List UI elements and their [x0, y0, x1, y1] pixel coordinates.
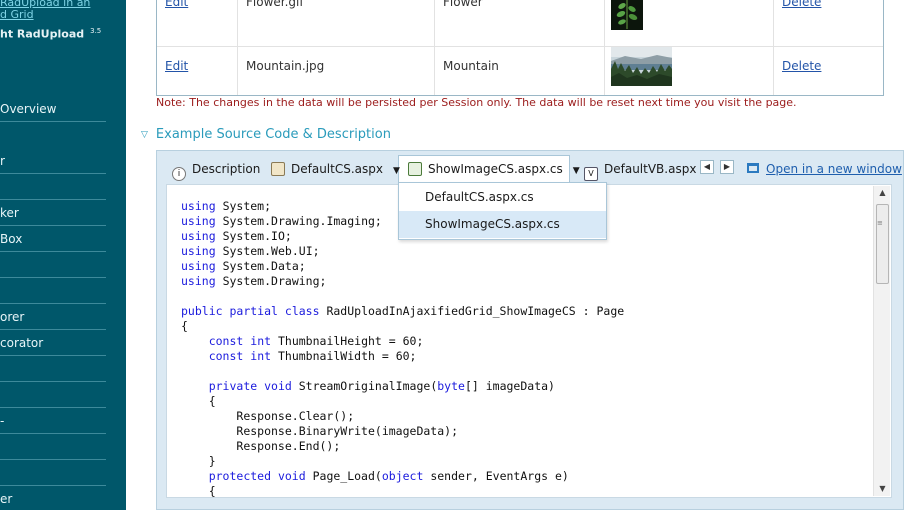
- tab-defaultvb[interactable]: V DefaultVB.aspx.vb: [584, 156, 696, 182]
- sidebar-product-title: ht RadUpload 3.5: [0, 27, 101, 41]
- sidebar-item[interactable]: -: [0, 408, 106, 434]
- sidebar-item[interactable]: orer: [0, 304, 106, 330]
- edit-link[interactable]: Edit: [165, 0, 188, 9]
- code-line: using System.Drawing.Imaging;: [181, 214, 382, 228]
- sidebar-item[interactable]: Overview: [0, 96, 106, 122]
- dropdown-option-showimage[interactable]: ShowImageCS.aspx.cs: [399, 211, 606, 238]
- table-row: Edit Flower.gif Flower Delete: [157, 0, 883, 46]
- code-line: using System.Data;: [181, 259, 306, 273]
- tab-showimage[interactable]: ShowImageCS.aspx.cs ▼: [408, 156, 580, 182]
- code-line: public partial class RadUploadInAjaxifie…: [181, 304, 625, 318]
- dropdown-option-defaultcs[interactable]: DefaultCS.aspx.cs: [399, 184, 606, 211]
- sidebar-item[interactable]: [0, 356, 106, 382]
- section-header[interactable]: ▽ Example Source Code & Description: [141, 127, 391, 142]
- sidebar: RadUpload in an d Grid ht RadUpload 3.5 O…: [0, 0, 126, 510]
- code-line: const int ThumbnailHeight = 60;: [208, 334, 424, 348]
- new-window-icon[interactable]: [747, 163, 759, 173]
- code-line: protected void Page_Load(object sender, …: [208, 469, 569, 483]
- code-line: }: [181, 454, 216, 468]
- sidebar-item[interactable]: r: [0, 148, 106, 174]
- tab-scroll-left-button[interactable]: ◀: [700, 160, 714, 174]
- session-note: Note: The changes in the data will be pe…: [156, 96, 797, 109]
- sidebar-example-link-cont[interactable]: d Grid: [0, 9, 34, 21]
- code-line: Response.Clear();: [236, 409, 355, 423]
- edit-link[interactable]: Edit: [165, 59, 188, 73]
- table-row: Edit Mountain.jpg Mountain Delete: [157, 46, 883, 95]
- scroll-down-arrow-icon[interactable]: ▼: [874, 482, 891, 496]
- product-version: 3.5: [90, 27, 102, 35]
- code-line: using System.Web.UI;: [181, 244, 320, 258]
- tab-description[interactable]: i Description: [172, 156, 260, 182]
- chevron-down-icon[interactable]: ▼: [573, 158, 580, 184]
- delete-link[interactable]: Delete: [782, 0, 821, 9]
- sidebar-item[interactable]: er: [0, 486, 106, 510]
- open-new-window-link[interactable]: Open in a new window: [766, 162, 902, 176]
- code-line: const int ThumbnailWidth = 60;: [208, 349, 417, 363]
- sidebar-item[interactable]: corator: [0, 330, 106, 356]
- sidebar-item[interactable]: [0, 460, 106, 486]
- mountain-thumbnail[interactable]: [611, 47, 672, 86]
- sidebar-item[interactable]: ker: [0, 200, 106, 226]
- grip-icon: ≡: [877, 219, 883, 227]
- info-icon: i: [172, 167, 186, 181]
- code-line: using System.Drawing;: [181, 274, 327, 288]
- sidebar-item[interactable]: [0, 174, 106, 200]
- collapse-triangle-icon[interactable]: ▽: [141, 130, 148, 140]
- aspx-file-icon: [271, 162, 285, 176]
- section-title: Example Source Code & Description: [155, 127, 391, 142]
- sidebar-item[interactable]: [0, 382, 106, 408]
- file-dropdown-menu: DefaultCS.aspx.cs ShowImageCS.aspx.cs: [398, 182, 607, 240]
- code-line: Response.End();: [236, 439, 341, 453]
- filename-cell: Flower.gif: [246, 0, 304, 9]
- upload-grid: Edit Flower.gif Flower Delete Edit Mount…: [156, 0, 884, 96]
- code-line: {: [181, 394, 216, 408]
- code-line: using System.IO;: [181, 229, 292, 243]
- title-cell: Flower: [443, 0, 483, 9]
- tab-defaultvb-label: DefaultVB.aspx.vb: [604, 162, 696, 176]
- product-name: ht RadUpload: [0, 27, 85, 41]
- leaf-thumbnail[interactable]: [611, 0, 643, 30]
- code-line: {: [181, 319, 188, 333]
- sidebar-item[interactable]: [0, 434, 106, 460]
- sidebar-item[interactable]: [0, 252, 106, 278]
- code-scrollbar[interactable]: ▲ ≡ ▼: [873, 186, 890, 496]
- code-line: Response.BinaryWrite(imageData);: [236, 424, 458, 438]
- tab-showimage-label: ShowImageCS.aspx.cs: [428, 162, 563, 176]
- tab-defaultcs[interactable]: DefaultCS.aspx ▼: [271, 156, 400, 182]
- code-line: {: [181, 484, 216, 498]
- code-line: using System;: [181, 199, 272, 213]
- sidebar-item[interactable]: Box: [0, 226, 106, 252]
- vb-file-icon: V: [584, 167, 598, 181]
- scroll-thumb[interactable]: [876, 204, 889, 284]
- title-cell: Mountain: [443, 59, 499, 73]
- filename-cell: Mountain.jpg: [246, 59, 325, 73]
- tab-scroll-right-button[interactable]: ▶: [720, 160, 734, 174]
- tab-description-label: Description: [192, 162, 261, 176]
- scroll-up-arrow-icon[interactable]: ▲: [874, 186, 891, 200]
- sidebar-item[interactable]: [0, 278, 106, 304]
- code-line: private void StreamOriginalImage(byte[] …: [208, 379, 555, 393]
- tab-defaultcs-label: DefaultCS.aspx: [291, 162, 383, 176]
- cs-file-icon: [408, 162, 422, 176]
- delete-link[interactable]: Delete: [782, 59, 821, 73]
- chevron-down-icon[interactable]: ▼: [393, 158, 400, 184]
